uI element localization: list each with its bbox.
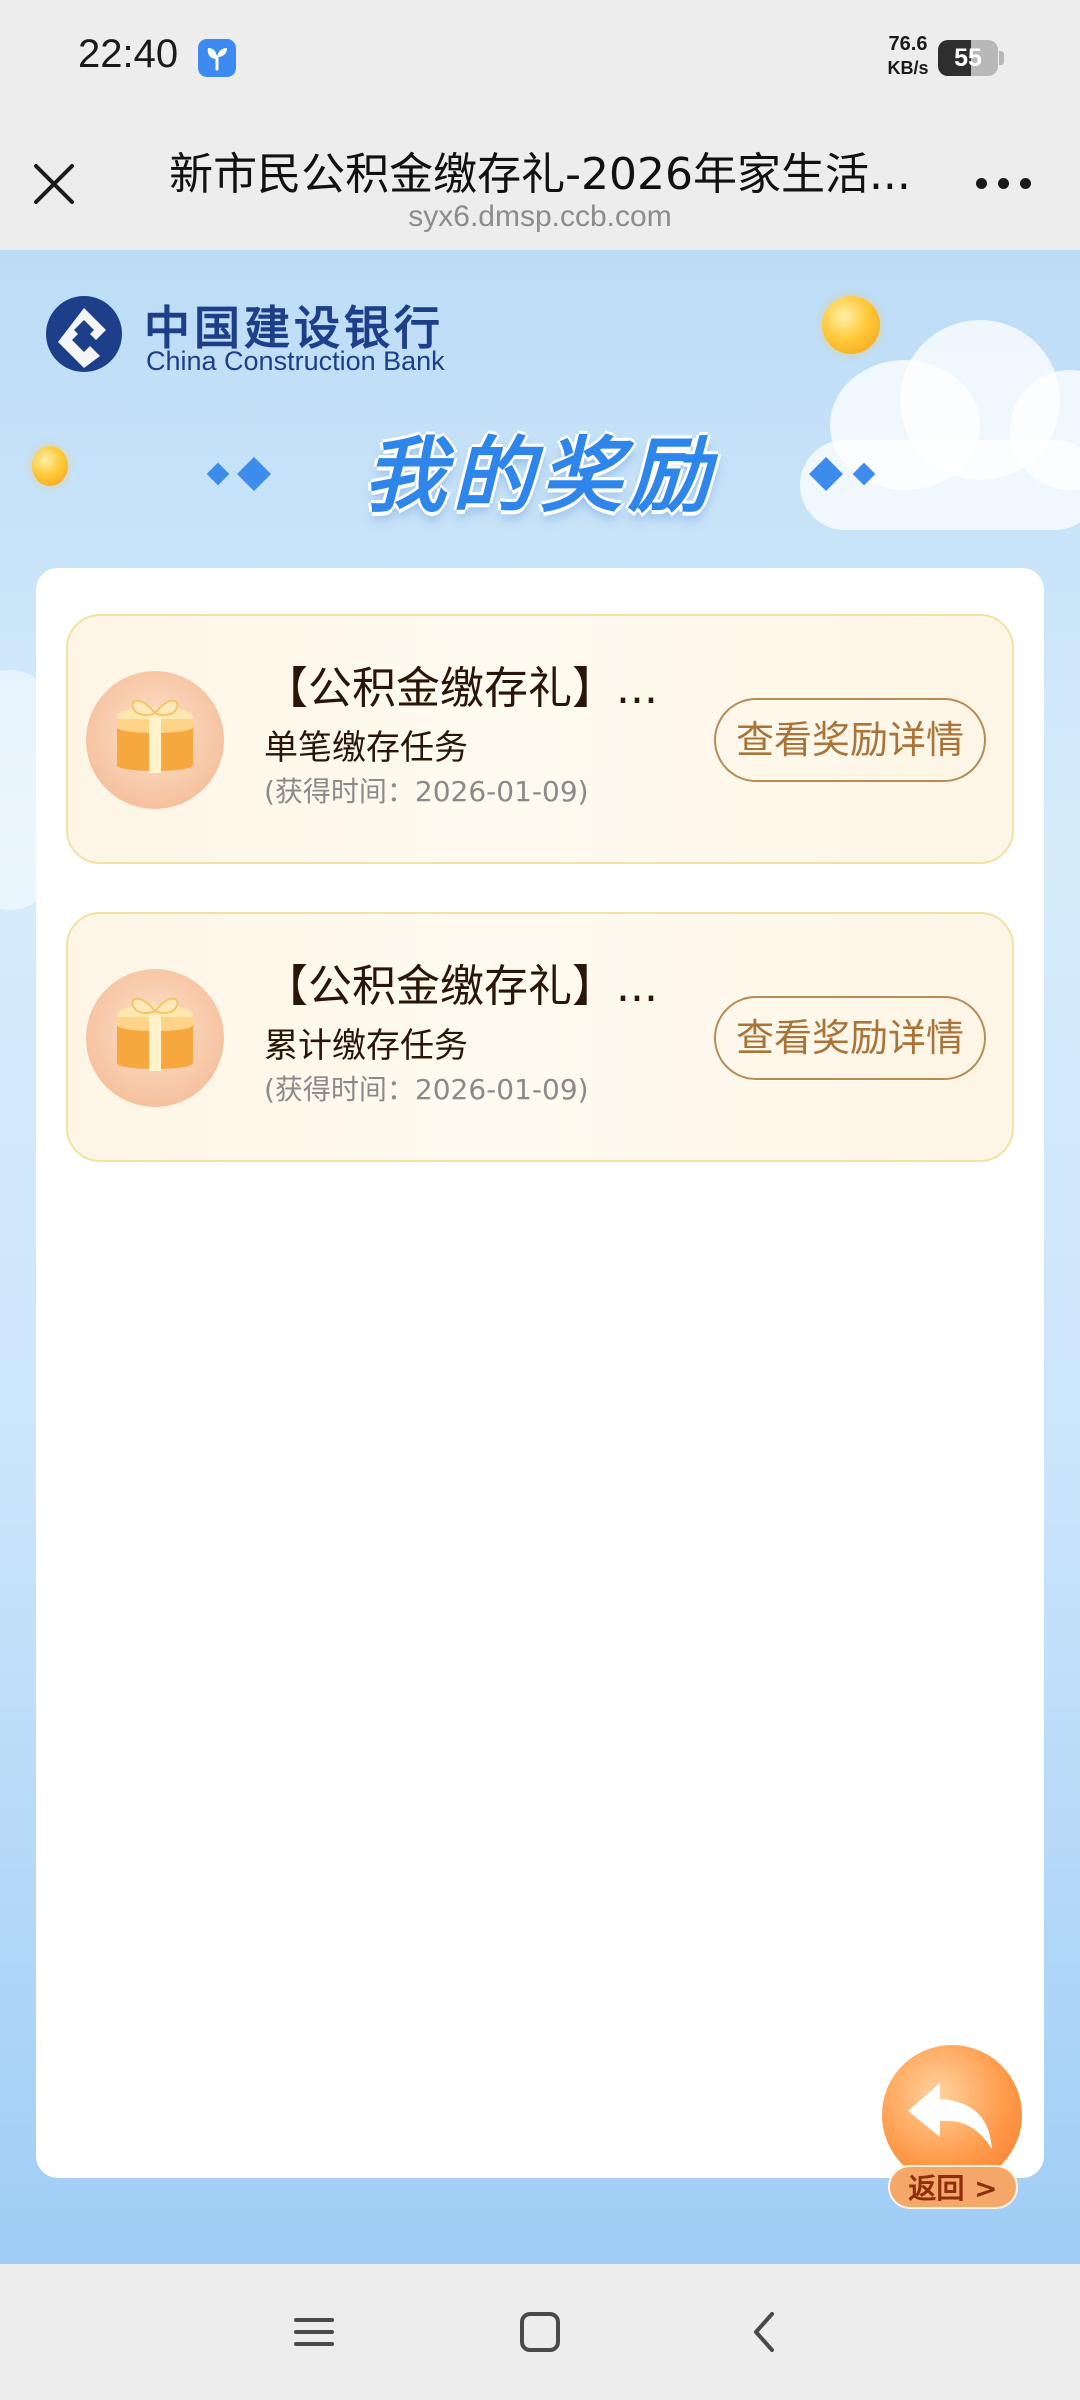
gift-box-icon [86, 671, 224, 809]
network-speed-unit: KB/s [887, 58, 929, 78]
reward-time: (获得时间：2026-01-09) [264, 1073, 589, 1106]
menu-icon[interactable] [284, 2302, 344, 2362]
back-icon[interactable] [736, 2302, 796, 2362]
reward-card: 【公积金缴存礼】... 单笔缴存任务 (获得时间：2026-01-09) 查看奖… [66, 614, 1014, 864]
reward-title: 【公积金缴存礼】... [264, 663, 658, 714]
more-icon[interactable] [976, 174, 1036, 194]
home-icon[interactable] [510, 2302, 570, 2362]
reward-time: (获得时间：2026-01-09) [264, 775, 589, 808]
reward-card: 【公积金缴存礼】... 累计缴存任务 (获得时间：2026-01-09) 查看奖… [66, 912, 1014, 1162]
reward-title: 【公积金缴存礼】... [264, 961, 658, 1012]
return-button[interactable]: 返回 > [870, 2045, 1022, 2225]
reward-list-panel: 【公积金缴存礼】... 单笔缴存任务 (获得时间：2026-01-09) 查看奖… [36, 568, 1044, 2178]
gift-box-icon [86, 969, 224, 1107]
battery-cap [999, 51, 1004, 65]
return-arrow-icon [882, 2045, 1022, 2185]
more-dot [998, 178, 1009, 189]
network-speed-value: 76.6 [888, 33, 928, 55]
diamond-decoration [206, 462, 230, 486]
ccb-logo: 中国建设银行 China Construction Bank [44, 290, 524, 380]
section-title: 我的奖励 [364, 429, 716, 524]
reward-subtitle: 单笔缴存任务 [264, 728, 468, 768]
page-url: syx6.dmsp.ccb.com [408, 200, 672, 233]
network-speed: 76.6 KB/s [878, 32, 938, 80]
leaf-app-icon [198, 39, 236, 77]
cloud-decoration [800, 440, 1080, 530]
coin-decoration [32, 446, 68, 486]
coin-decoration [822, 296, 880, 354]
view-reward-details-button[interactable]: 查看奖励详情 [714, 698, 986, 782]
more-dot [1020, 178, 1031, 189]
return-label: 返回 > [888, 2165, 1018, 2209]
status-time: 22:40 [78, 32, 179, 76]
close-icon[interactable] [28, 158, 80, 210]
battery-level: 55 [954, 44, 982, 72]
status-bar: 22:40 76.6 KB/s 55 [0, 0, 1080, 118]
bank-name-en: China Construction Bank [146, 346, 445, 376]
reward-subtitle: 累计缴存任务 [264, 1026, 468, 1066]
ccb-logo-icon [46, 296, 122, 372]
browser-header: 新市民公积金缴存礼-2026年家生活... syx6.dmsp.ccb.com [0, 118, 1080, 250]
system-nav-bar [0, 2264, 1080, 2400]
diamond-decoration [237, 457, 271, 491]
web-content: 中国建设银行 China Construction Bank 我的奖励 【公积金… [0, 250, 1080, 2264]
view-reward-details-button[interactable]: 查看奖励详情 [714, 996, 986, 1080]
more-dot [976, 178, 987, 189]
screen: 22:40 76.6 KB/s 55 新市民公积金缴存礼-2026年家生活...… [0, 0, 1080, 2400]
battery-indicator: 55 [938, 40, 1004, 76]
page-title: 新市民公积金缴存礼-2026年家生活... [169, 149, 911, 200]
